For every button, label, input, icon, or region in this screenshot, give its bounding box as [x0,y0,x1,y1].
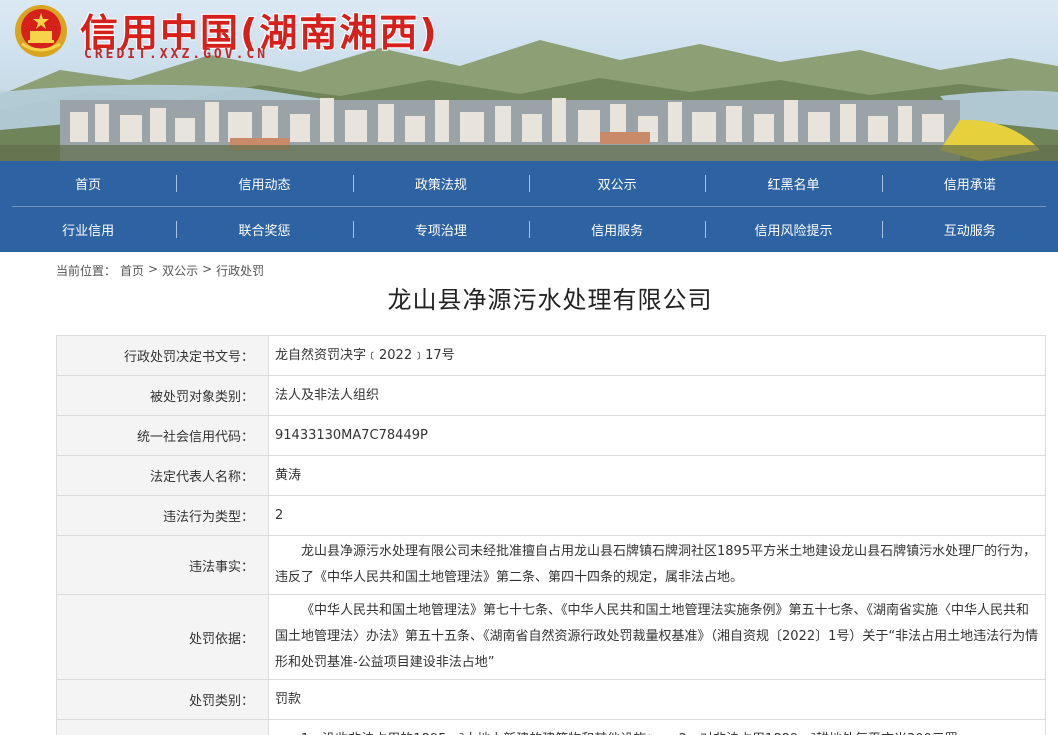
breadcrumb: 当前位置： 首页 > 双公示 > 行政处罚 [56,262,264,279]
penalty-detail-table: 行政处罚决定书文号： 龙自然资罚决字﹝2022﹞17号 被处罚对象类别： 法人及… [56,335,1046,735]
row-label: 违法事实： [56,535,269,595]
row-label: 法定代表人名称： [56,455,269,496]
nav-joint-reward-punishment[interactable]: 联合奖惩 [176,207,352,252]
row-value: 龙山县净源污水处理有限公司未经批准擅自占用龙山县石牌镇石牌洞社区1895平方米土… [268,535,1046,595]
site-domain: CREDIT.XXZ.GOV.CN [84,47,269,62]
nav-interactive-service[interactable]: 互动服务 [881,207,1058,252]
table-row: 被处罚对象类别： 法人及非法人组织 [56,375,1046,416]
nav-credit-service[interactable]: 信用服务 [528,207,705,252]
row-label: 违法行为类型： [56,495,269,536]
row-label: 处罚依据： [56,594,269,680]
row-value: 《中华人民共和国土地管理法》第七十七条、《中华人民共和国土地管理法实施条例》第五… [268,594,1046,680]
row-value: 黄涛 [268,455,1046,496]
nav-credit-commitment[interactable]: 信用承诺 [881,161,1058,206]
header-banner: 信用中国(湖南湘西) CREDIT.XXZ.GOV.CN [0,0,1058,161]
nav-home[interactable]: 首页 [0,161,176,206]
table-row: 违法行为类型： 2 [56,495,1046,536]
breadcrumb-separator: > [148,262,159,276]
table-row: 统一社会信用代码： 91433130MA7C78449P [56,415,1046,456]
table-row: 法定代表人名称： 黄涛 [56,455,1046,496]
nav-row-2: 行业信用 联合奖惩 专项治理 信用服务 信用风险提示 互动服务 [0,207,1058,252]
row-label: 被处罚对象类别： [56,375,269,416]
table-row: 1、没收非法占用的1895m²土地上新建的建筑物和其他设施； 2、对非法占用18… [56,719,1046,735]
nav-industry-credit[interactable]: 行业信用 [0,207,176,252]
nav-special-governance[interactable]: 专项治理 [352,207,529,252]
row-value: 91433130MA7C78449P [268,415,1046,456]
table-row: 违法事实： 龙山县净源污水处理有限公司未经批准擅自占用龙山县石牌镇石牌洞社区18… [56,535,1046,595]
table-row: 处罚依据： 《中华人民共和国土地管理法》第七十七条、《中华人民共和国土地管理法实… [56,594,1046,680]
row-value: 龙自然资罚决字﹝2022﹞17号 [268,335,1046,376]
national-emblem-icon [15,5,67,57]
breadcrumb-home[interactable]: 首页 [120,262,144,279]
breadcrumb-admin-penalty[interactable]: 行政处罚 [216,262,264,279]
page-title: 龙山县净源污水处理有限公司 [387,286,713,314]
row-value: 罚款 [268,679,1046,720]
row-label [56,719,269,735]
nav-row-1: 首页 信用动态 政策法规 双公示 红黑名单 信用承诺 [0,161,1058,206]
row-value: 1、没收非法占用的1895m²土地上新建的建筑物和其他设施； 2、对非法占用18… [268,719,1046,735]
row-label: 统一社会信用代码： [56,415,269,456]
breadcrumb-separator: > [202,262,213,276]
nav-red-black-list[interactable]: 红黑名单 [705,161,881,206]
table-row: 行政处罚决定书文号： 龙自然资罚决字﹝2022﹞17号 [56,335,1046,376]
table-row: 处罚类别： 罚款 [56,679,1046,720]
row-label: 行政处罚决定书文号： [56,335,269,376]
row-value: 2 [268,495,1046,536]
row-label: 处罚类别： [56,679,269,720]
row-value: 法人及非法人组织 [268,375,1046,416]
breadcrumb-prefix: 当前位置： [56,264,117,278]
main-nav: 首页 信用动态 政策法规 双公示 红黑名单 信用承诺 行业信用 联合奖惩 专项治… [0,161,1058,252]
nav-credit-risk-alert[interactable]: 信用风险提示 [705,207,881,252]
nav-double-publicity[interactable]: 双公示 [528,161,705,206]
nav-credit-news[interactable]: 信用动态 [176,161,352,206]
breadcrumb-double-publicity[interactable]: 双公示 [162,262,198,279]
nav-policy[interactable]: 政策法规 [352,161,529,206]
